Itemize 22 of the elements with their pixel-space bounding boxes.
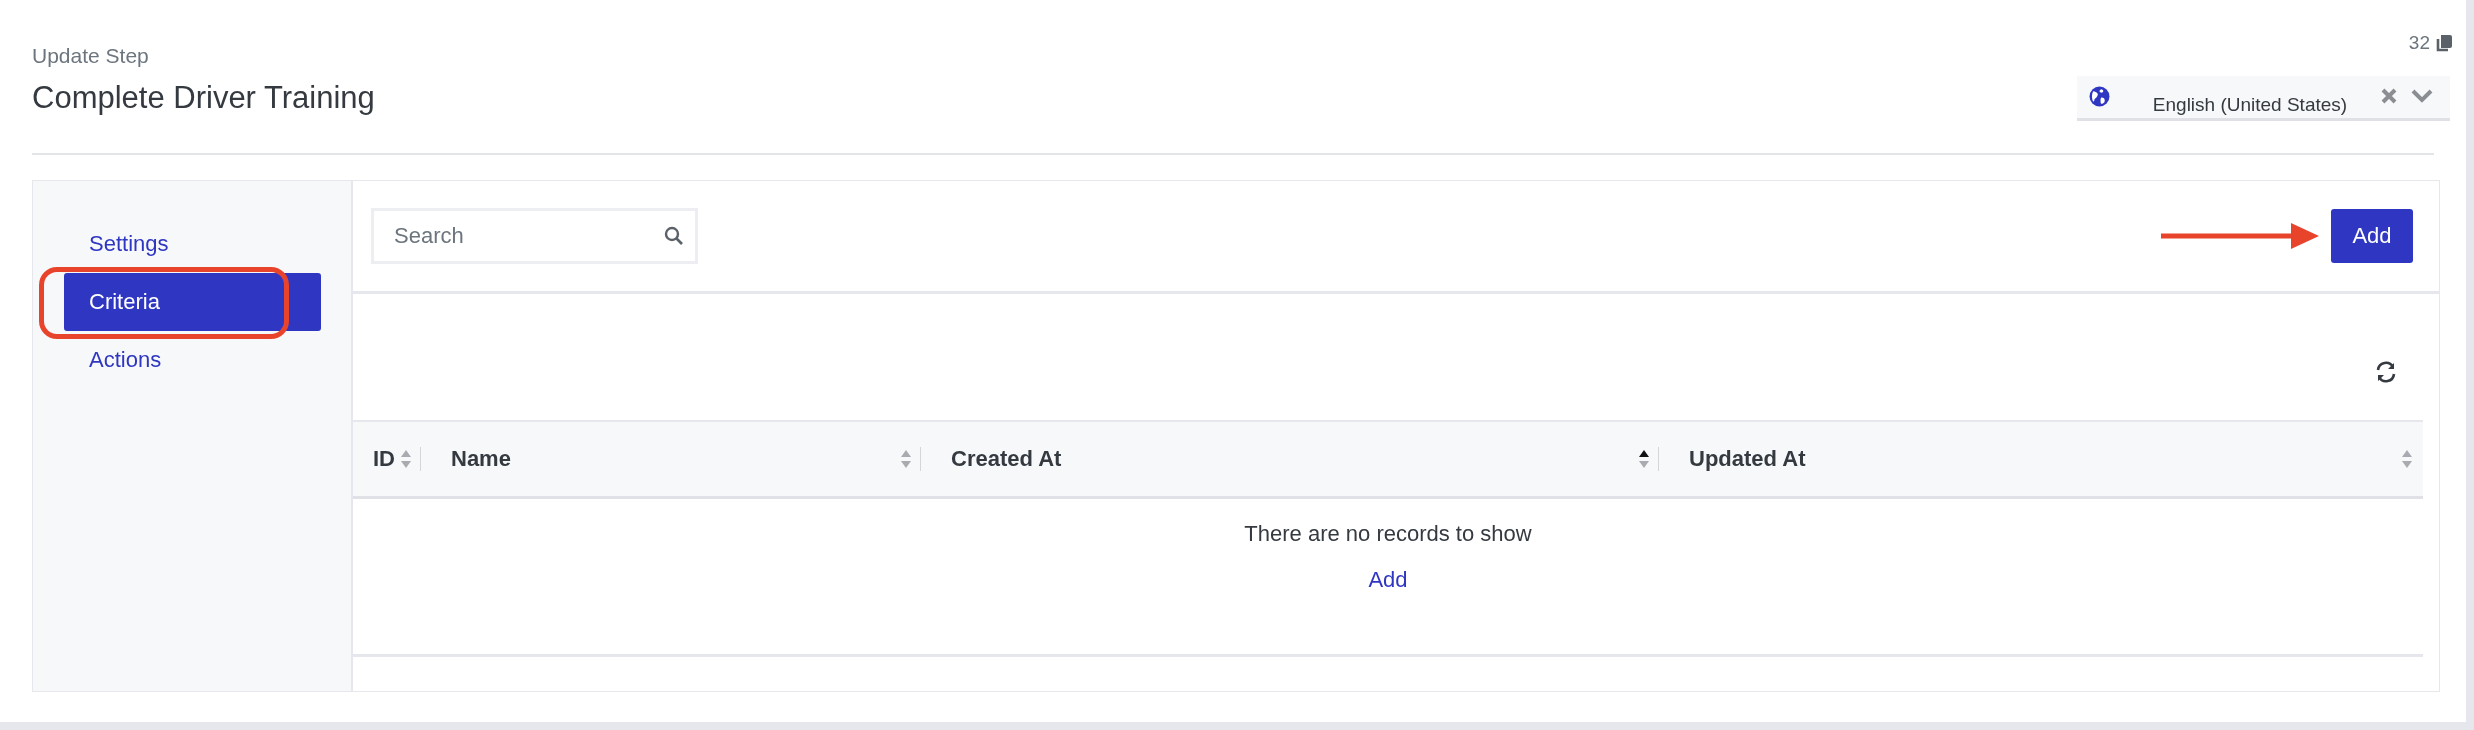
- add-link[interactable]: Add: [1368, 567, 1408, 593]
- column-header[interactable]: Name: [451, 446, 511, 472]
- search-field[interactable]: Search: [371, 208, 698, 264]
- column-header[interactable]: Updated At: [1689, 446, 1806, 472]
- column-header[interactable]: Created At: [951, 446, 1062, 472]
- language-select[interactable]: English (United States): [2077, 76, 2450, 121]
- globe-icon: [2089, 86, 2110, 107]
- sidebar-item[interactable]: Settings: [64, 215, 321, 273]
- page-subtitle: Update Step: [32, 44, 150, 68]
- sort-icon[interactable]: [1638, 449, 1650, 469]
- clear-icon[interactable]: [2380, 87, 2398, 105]
- empty-message: There are no records to show: [1244, 521, 1532, 547]
- sidebar-item[interactable]: Criteria: [64, 273, 321, 331]
- copy-icon[interactable]: [2434, 33, 2454, 53]
- column-header[interactable]: ID: [373, 446, 395, 472]
- search-icon: [664, 226, 684, 246]
- add-button[interactable]: Add: [2331, 209, 2413, 263]
- page-title: Complete Driver Training: [32, 80, 375, 116]
- copy-count: 32: [2408, 32, 2430, 54]
- chevron-down-icon[interactable]: [2410, 88, 2434, 104]
- refresh-icon[interactable]: [2375, 361, 2397, 383]
- sidebar-item[interactable]: Actions: [64, 331, 321, 389]
